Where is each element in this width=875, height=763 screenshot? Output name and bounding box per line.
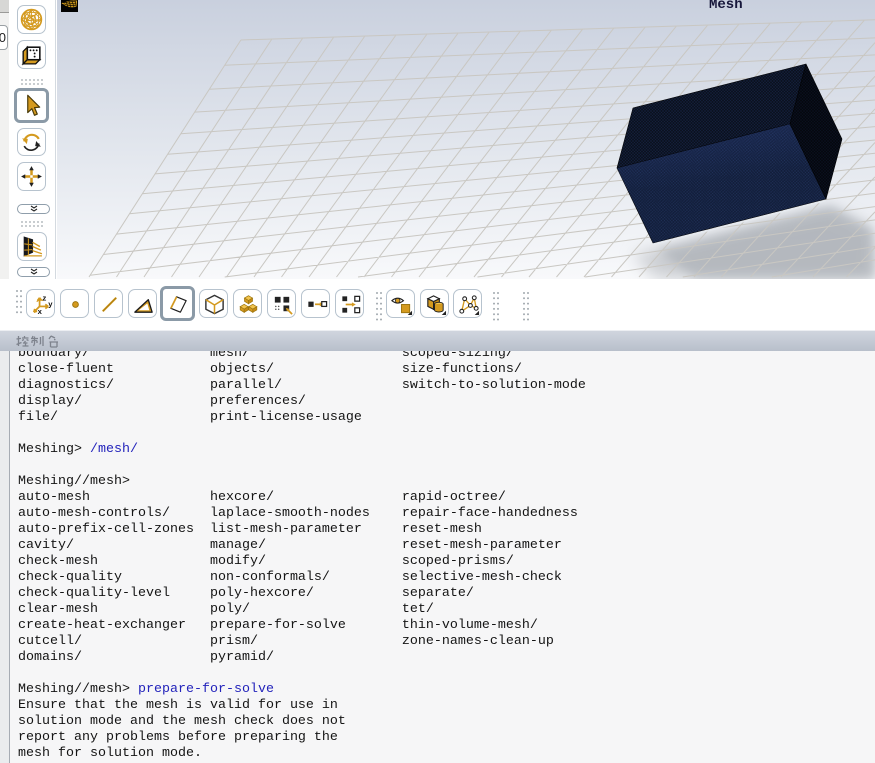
svg-text:z: z (42, 294, 46, 303)
svg-text:x: x (38, 307, 43, 316)
svg-text:y: y (48, 299, 53, 308)
